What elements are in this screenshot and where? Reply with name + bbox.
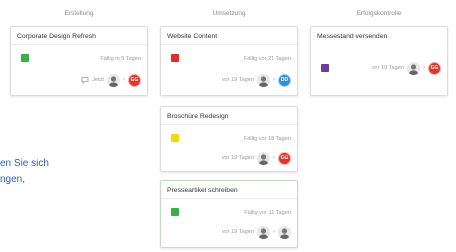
last-activity: vor 19 Tagen: [221, 229, 254, 235]
assignee-avatar[interactable]: GG: [278, 151, 291, 165]
card-divider: [161, 44, 297, 45]
chevron-right-icon: ›: [423, 65, 425, 71]
card-divider: [161, 198, 297, 199]
side-text-line-1: en Sie sich: [0, 158, 49, 169]
card-divider: [11, 44, 147, 45]
card-meta: vor 19 Tagen ›: [222, 225, 291, 239]
card-title: Website Content: [167, 33, 218, 40]
label-color-swatch: [21, 54, 29, 62]
card-meta: vor 19 Tagen › GG: [222, 151, 291, 165]
task-card-messestand-versenden[interactable]: Messestand versenden vor 19 Tagen › GG: [310, 26, 448, 96]
task-card-broschuere-redesign[interactable]: Broschüre Redesign Fällig vor 18 Tagen v…: [160, 106, 298, 172]
user-avatar[interactable]: [257, 151, 270, 165]
label-color-swatch: [171, 208, 179, 216]
due-date: Fällig in 5 Tagen: [100, 56, 141, 62]
due-date: Fällig vor 18 Tagen: [243, 136, 291, 142]
task-card-website-content[interactable]: Website Content Fällig vor 21 Tagen vor …: [160, 26, 298, 96]
last-activity: Jetzt: [92, 77, 104, 83]
last-activity: vor 19 Tagen: [221, 77, 254, 83]
card-divider: [161, 124, 297, 125]
chevron-right-icon: ›: [273, 155, 275, 161]
user-avatar-2[interactable]: [278, 225, 291, 239]
column-header-erstellung: Erstellung: [64, 10, 94, 17]
card-title: Messestand versenden: [317, 33, 388, 40]
chevron-right-icon: ›: [123, 77, 125, 83]
user-avatar[interactable]: [257, 225, 270, 239]
due-date: Fällig vor 21 Tagen: [243, 56, 291, 62]
user-avatar[interactable]: [257, 73, 270, 87]
last-activity: vor 19 Tagen: [371, 65, 404, 71]
card-title: Broschüre Redesign: [167, 113, 229, 120]
label-color-swatch: [171, 134, 179, 142]
assignee-avatar[interactable]: DD: [278, 73, 291, 87]
card-meta: Jetzt › GG: [81, 73, 141, 87]
side-text-line-2: ngen,: [0, 174, 26, 185]
user-avatar[interactable]: [407, 61, 420, 75]
card-meta: vor 19 Tagen › GG: [372, 61, 441, 75]
comment-icon[interactable]: [81, 76, 89, 84]
card-meta: vor 19 Tagen › DD: [222, 73, 291, 87]
last-activity: vor 19 Tagen: [221, 155, 254, 161]
chevron-right-icon: ›: [273, 229, 275, 235]
chevron-right-icon: ›: [273, 77, 275, 83]
card-title: Corporate Design Refresh: [17, 33, 96, 40]
due-date: Fällig vor 11 Tagen: [244, 210, 291, 216]
user-avatar[interactable]: [107, 73, 120, 87]
column-header-erfolgskontrolle: Erfolgskontrolle: [356, 10, 402, 17]
task-card-presseartikel-schreiben[interactable]: Presseartikel schreiben Fällig vor 11 Ta…: [160, 180, 298, 248]
card-title: Presseartikel schreiben: [167, 187, 238, 194]
task-card-corporate-design-refresh[interactable]: Corporate Design Refresh Fällig in 5 Tag…: [10, 26, 148, 96]
assignee-avatar[interactable]: GG: [128, 73, 141, 87]
assignee-avatar[interactable]: GG: [428, 61, 441, 75]
label-color-swatch: [321, 64, 329, 72]
column-header-umsetzung: Umsetzung: [212, 10, 246, 17]
label-color-swatch: [171, 54, 179, 62]
